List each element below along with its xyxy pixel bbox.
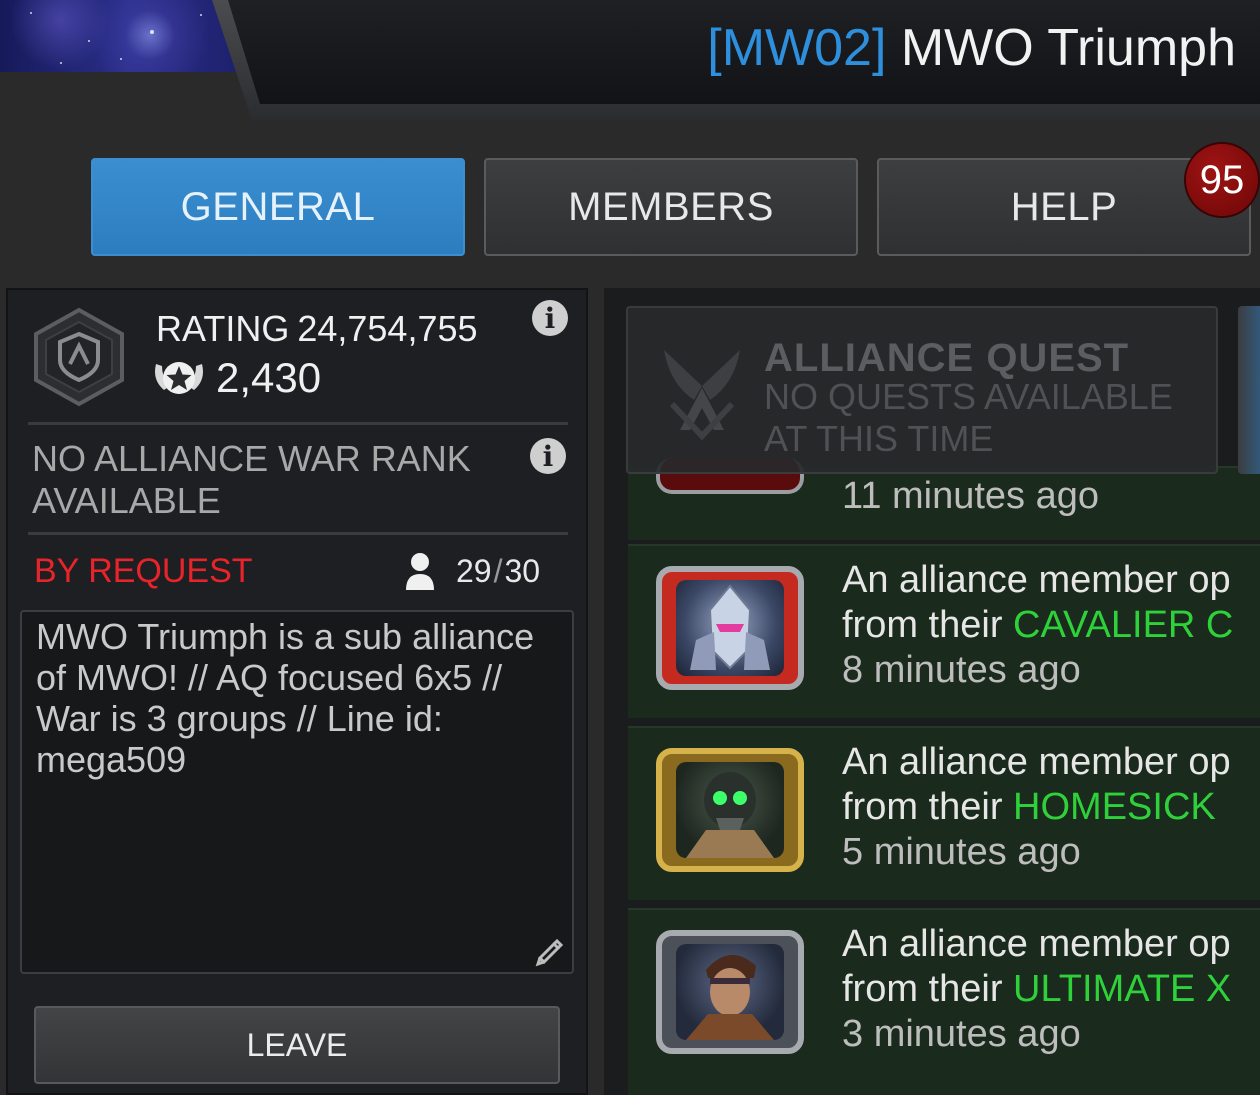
- champion-portrait: [656, 748, 804, 872]
- alliance-star-emblem-icon: [155, 362, 203, 394]
- edit-pencil-icon[interactable]: [534, 936, 566, 968]
- cavalier-armor-icon: [690, 584, 770, 670]
- alliance-score: 2,430: [150, 354, 321, 402]
- gift-name: CAVALIER C: [1013, 604, 1234, 646]
- feed-item: An alliance member op from their ULTIMAT…: [628, 908, 1260, 1095]
- feed-item: An alliance member op from their HOMESIC…: [628, 726, 1260, 900]
- members-separator: /: [493, 552, 503, 589]
- tab-general[interactable]: GENERAL: [91, 158, 465, 256]
- rating-value: 24,754,755: [297, 308, 478, 349]
- tab-members[interactable]: MEMBERS: [484, 158, 858, 256]
- alliance-shield-icon: [34, 307, 124, 407]
- feed-text: An alliance member op from their ULTIMAT…: [842, 922, 1231, 1057]
- feed-time: 11 minutes ago: [842, 475, 1100, 517]
- alliance-quest-card[interactable]: ALLIANCE QUEST NO QUESTS AVAILABLE AT TH…: [626, 306, 1218, 474]
- members-current: 29: [456, 552, 492, 589]
- rating-label: RATING: [156, 308, 290, 349]
- score-value: 2,430: [216, 354, 322, 401]
- feed-text: An alliance member op from their CAVALIE…: [842, 558, 1233, 693]
- alliance-quest-status: NO QUESTS AVAILABLE AT THIS TIME: [764, 376, 1173, 459]
- champion-portrait: [656, 566, 804, 690]
- gift-name: ULTIMATE X: [1013, 968, 1232, 1010]
- activity-feed[interactable]: 11 minutes ago An alliance member op fro…: [604, 288, 1260, 1095]
- feed-time: 5 minutes ago: [842, 831, 1081, 873]
- divider: [28, 422, 568, 425]
- feed-text: An alliance member op from their HOMESIC…: [842, 740, 1231, 875]
- feed-line: from their HOMESICK: [842, 786, 1216, 828]
- alliance-tag: [MW02]: [707, 19, 887, 77]
- feed-line: from their ULTIMATE X: [842, 968, 1232, 1010]
- title-bar: [MW02] MWO Triumph: [228, 0, 1260, 104]
- vulture-helmet-icon: [686, 772, 774, 858]
- feed-line: An alliance member op: [842, 741, 1231, 783]
- alliance-title: [MW02] MWO Triumph: [707, 18, 1236, 78]
- alliance-description: MWO Triumph is a sub alliance of MWO! //…: [20, 610, 574, 974]
- join-mode: BY REQUEST: [34, 552, 253, 590]
- next-event-card[interactable]: [1238, 306, 1260, 474]
- feed-line: An alliance member op: [842, 559, 1231, 601]
- rating-info-icon[interactable]: i: [532, 300, 568, 336]
- alliance-quest-title: ALLIANCE QUEST: [764, 336, 1130, 380]
- alliance-rating: RATING 24,754,755: [156, 308, 478, 350]
- members-max: 30: [504, 552, 541, 589]
- member-count: 29/30: [406, 552, 540, 590]
- war-rank-text: NO ALLIANCE WAR RANK AVAILABLE: [32, 438, 471, 521]
- alliance-name: MWO Triumph: [900, 19, 1236, 77]
- feed-time: 8 minutes ago: [842, 649, 1081, 691]
- leave-button[interactable]: LEAVE: [34, 1006, 560, 1084]
- war-rank-info-icon[interactable]: i: [530, 438, 566, 474]
- feed-line: from their CAVALIER C: [842, 604, 1234, 646]
- divider: [28, 532, 568, 535]
- feed-item: An alliance member op from their CAVALIE…: [628, 544, 1260, 718]
- help-notification-badge: 95: [1186, 144, 1258, 216]
- feed-line: An alliance member op: [842, 923, 1231, 965]
- feed-time: 3 minutes ago: [842, 1013, 1081, 1055]
- gambit-face-icon: [686, 954, 774, 1040]
- feed-item: 11 minutes ago: [628, 458, 1260, 540]
- alliance-quest-wings-icon: [664, 350, 740, 440]
- panel-divider: [590, 288, 604, 1095]
- person-icon: [406, 553, 434, 590]
- champion-portrait: [656, 930, 804, 1054]
- gift-name: HOMESICK: [1013, 786, 1216, 828]
- feed-text: 11 minutes ago: [842, 474, 1099, 519]
